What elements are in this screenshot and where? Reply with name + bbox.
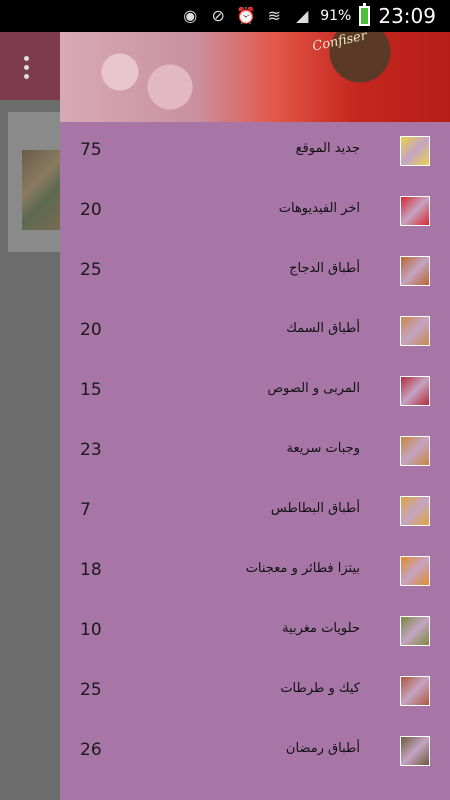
overflow-menu-icon[interactable] [20, 54, 32, 80]
item-label: أطباق البطاطس [270, 501, 360, 516]
item-count: 18 [80, 560, 102, 580]
drawer-item[interactable]: 10 حلويات مغربية [60, 602, 450, 662]
item-label: أطباق السمك [286, 321, 360, 336]
navigation-drawer: Confiser 75 جديد الموقع 20 اخر الفيديوهات 25… [60, 32, 450, 800]
eye-icon: ◉ [183, 6, 198, 25]
drawer-item[interactable]: 20 أطباق السمك [60, 302, 450, 362]
item-count: 25 [80, 680, 102, 700]
clock: 23:09 [378, 4, 436, 28]
signal-icon: ◢ [296, 6, 309, 25]
fries-icon [400, 496, 430, 526]
background-card [8, 112, 62, 252]
item-count: 75 [80, 140, 102, 160]
drawer-item[interactable]: 23 وجبات سريعة [60, 422, 450, 482]
item-count: 26 [80, 740, 102, 760]
item-count: 15 [80, 380, 102, 400]
item-label: كيك و طرطات [280, 681, 360, 696]
pizza-icon [400, 556, 430, 586]
no-sim-icon: ⊘ [211, 6, 225, 25]
item-label: المربى و الصوص [267, 381, 360, 396]
category-list: 75 جديد الموقع 20 اخر الفيديوهات 25 أطباق الد… [60, 122, 450, 782]
item-count: 25 [80, 260, 102, 280]
item-count: 20 [80, 200, 102, 220]
youtube-icon [400, 196, 430, 226]
battery-percent: 91% [320, 8, 352, 24]
battery-icon [359, 3, 371, 26]
item-count: 20 [80, 320, 102, 340]
drawer-item[interactable]: 7 أطباق البطاطس [60, 482, 450, 542]
new-badge-icon [400, 136, 430, 166]
item-label: بيتزا فطائر و معجنات [245, 561, 360, 576]
moroccan-sweets-icon [400, 616, 430, 646]
drawer-item[interactable]: 26 أطباق رمضان [60, 722, 450, 782]
drawer-item[interactable]: 25 كيك و طرطات [60, 662, 450, 722]
wifi-icon: ≋ [267, 6, 281, 25]
fish-dish-icon [400, 316, 430, 346]
alarm-icon: ⏰ [236, 6, 257, 25]
drawer-item[interactable]: 18 بيتزا فطائر و معجنات [60, 542, 450, 602]
item-count: 7 [80, 500, 91, 520]
fast-food-icon [400, 436, 430, 466]
item-count: 23 [80, 440, 102, 460]
drawer-item[interactable]: 25 أطباق الدجاج [60, 242, 450, 302]
item-label: اخر الفيديوهات [278, 201, 360, 216]
drawer-item[interactable]: 20 اخر الفيديوهات [60, 182, 450, 242]
item-label: أطباق رمضان [285, 741, 360, 756]
drawer-item[interactable]: 75 جديد الموقع [60, 122, 450, 182]
item-label: وجبات سريعة [286, 441, 361, 456]
status-bar: ◉ ⊘ ⏰ ≋ ◢ 91% 23:09 [0, 0, 450, 32]
jam-sauce-icon [400, 376, 430, 406]
cake-icon [400, 676, 430, 706]
header-logo-text: Confiser [311, 32, 369, 55]
item-count: 10 [80, 620, 102, 640]
ramadan-dish-icon [400, 736, 430, 766]
item-label: جديد الموقع [295, 141, 360, 156]
drawer-item[interactable]: 15 المربى و الصوص [60, 362, 450, 422]
drawer-header-image: Confiser [60, 32, 450, 122]
chicken-dish-icon [400, 256, 430, 286]
item-label: أطباق الدجاج [289, 261, 360, 276]
item-label: حلويات مغربية [282, 621, 360, 636]
